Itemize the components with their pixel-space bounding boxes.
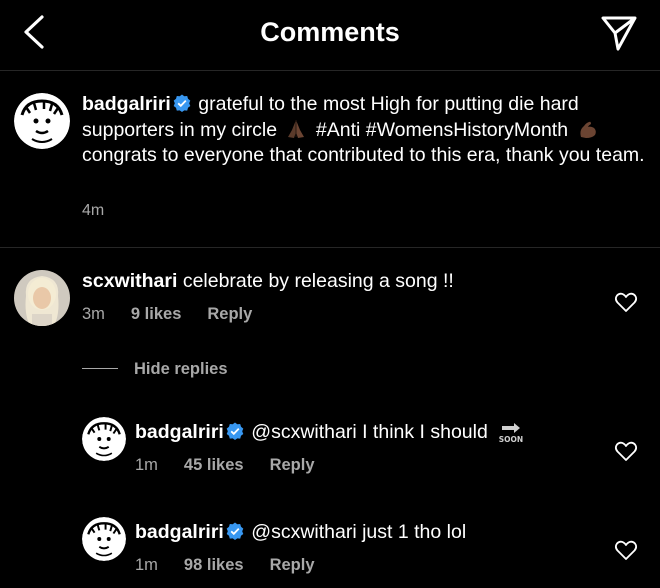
likes-count[interactable]: 45 likes [184,456,244,474]
cartoon-face-avatar-icon [14,93,70,149]
avatar[interactable] [82,417,126,461]
header-bar: Comments [0,0,660,71]
caption-text: badgalriri grateful to the most High for… [82,92,647,169]
avatar[interactable] [14,93,70,149]
post-caption: badgalriri grateful to the most High for… [0,71,660,248]
verified-badge-icon [173,94,191,112]
reply-meta: 1m 98 likes Reply [135,556,341,575]
caption-hashtags[interactable]: #Anti #WomensHistoryMonth [316,119,568,141]
reply-item: badgalriri @scxwithari just 1 tho lol 1m… [0,500,660,588]
comment-body: celebrate by releasing a song !! [182,270,454,292]
reply-button[interactable]: Reply [270,556,315,574]
caption-timestamp: 4m [82,202,105,219]
comment-item: scxwithari celebrate by releasing a song… [0,248,660,348]
reply-button[interactable]: Reply [207,305,252,323]
reply-body: @scxwithari I think I should [251,421,488,443]
reply-text: badgalriri @scxwithari just 1 tho lol [135,520,466,545]
comment-meta: 3m 9 likes Reply [82,305,278,324]
flexed-biceps-emoji-icon [579,121,596,138]
heart-icon[interactable] [614,291,638,313]
cartoon-face-avatar-icon [82,417,126,461]
likes-count[interactable]: 98 likes [184,556,244,574]
comment-timestamp: 3m [82,305,105,323]
soon-arrow-emoji-icon: SOON [499,423,523,444]
likes-count[interactable]: 9 likes [131,305,181,323]
cartoon-face-avatar-icon [82,517,126,561]
reply-username[interactable]: badgalriri [135,421,224,443]
reply-timestamp: 1m [135,456,158,474]
svg-text:SOON: SOON [499,435,523,444]
reply-timestamp: 1m [135,556,158,574]
caption-username[interactable]: badgalriri [82,93,171,115]
caption-text-part-2: congrats to everyone that contributed to… [82,144,645,166]
verified-badge-icon [226,422,244,440]
reply-button[interactable]: Reply [270,456,315,474]
reply-item: badgalriri @scxwithari I think I should … [0,400,660,490]
reply-meta: 1m 45 likes Reply [135,456,341,475]
send-icon[interactable] [600,14,638,52]
hide-replies-button[interactable]: Hide replies [82,360,228,379]
reply-username[interactable]: badgalriri [135,521,224,543]
comment-text: scxwithari celebrate by releasing a song… [82,269,454,294]
page-title: Comments [260,17,400,47]
photo-avatar-icon [14,270,70,326]
reply-body: @scxwithari just 1 tho lol [251,521,467,543]
reply-text: badgalriri @scxwithari I think I should … [135,420,525,445]
avatar[interactable] [14,270,70,326]
hide-replies-label: Hide replies [134,360,228,378]
comment-username[interactable]: scxwithari [82,270,177,292]
avatar[interactable] [82,517,126,561]
heart-icon[interactable] [614,440,638,462]
praying-hands-emoji-icon [288,119,305,138]
heart-icon[interactable] [614,539,638,561]
divider-line [82,368,118,369]
verified-badge-icon [226,522,244,540]
